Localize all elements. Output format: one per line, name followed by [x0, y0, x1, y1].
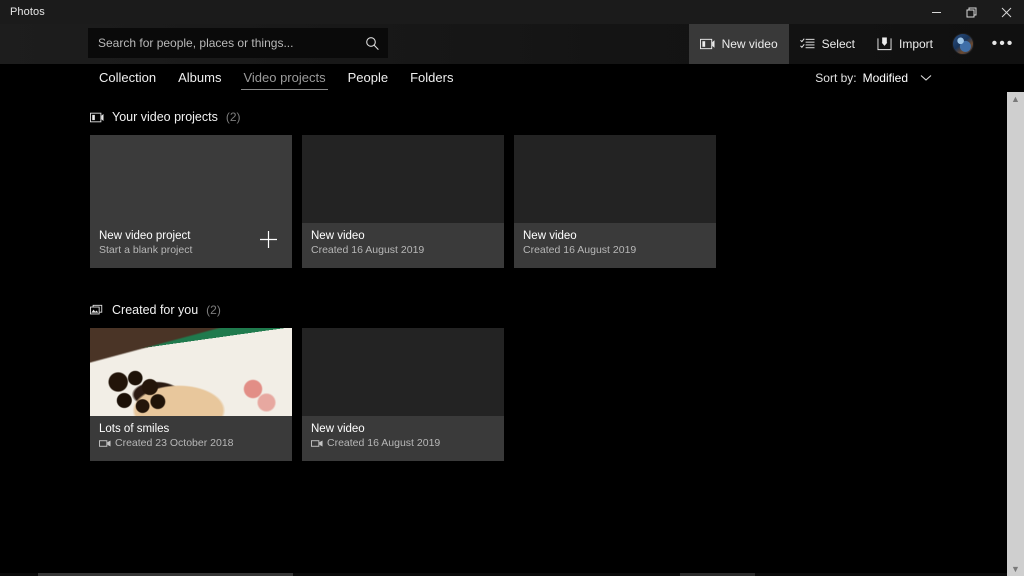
tab-people[interactable]: People: [337, 67, 399, 90]
vertical-scrollbar[interactable]: ▲ ▼: [1007, 92, 1024, 576]
title-bar: Photos: [0, 0, 1024, 24]
new-video-button[interactable]: New video: [688, 24, 789, 64]
tab-video-projects-label: Video projects: [243, 69, 326, 85]
restore-icon: [966, 7, 977, 17]
tab-video-projects[interactable]: Video projects: [232, 67, 336, 90]
close-icon: [1001, 7, 1012, 17]
section-title: Created for you: [112, 303, 199, 317]
caption-buttons: [919, 0, 1024, 24]
app-header: New video Select: [0, 24, 1024, 64]
plus-icon[interactable]: [259, 230, 278, 254]
video-project-icon: [699, 37, 715, 51]
card-subtitle-text: Start a blank project: [99, 244, 193, 256]
tab-collection-label: Collection: [99, 69, 157, 85]
sort-by-label: Sort by:: [815, 71, 857, 85]
card-subtitle: Created 16 August 2019: [523, 243, 707, 257]
avatar-button[interactable]: [944, 24, 982, 64]
section-header-your-video-projects: Your video projects (2): [90, 110, 1008, 124]
content-area: Your video projects (2) New video projec…: [0, 92, 1008, 576]
card-lots-of-smiles[interactable]: Lots of smiles Created 23 October 2018: [90, 328, 292, 461]
section-count: (2): [225, 110, 241, 124]
tab-albums-label: Albums: [178, 69, 222, 85]
card-footer: New video Created 16 August 2019: [514, 223, 716, 268]
import-label: Import: [898, 37, 933, 51]
close-button[interactable]: [989, 0, 1024, 24]
card-subtitle: Created 16 August 2019: [311, 436, 495, 450]
avatar: [952, 33, 974, 55]
tab-people-label: People: [347, 69, 389, 85]
chevron-down-icon[interactable]: [914, 74, 932, 82]
card-subtitle-text: Created 16 August 2019: [327, 437, 441, 449]
card-subtitle: Start a blank project: [99, 243, 283, 257]
minimize-icon: [932, 11, 941, 13]
photo-stack-icon: [90, 304, 104, 317]
card-new-video-3[interactable]: New video Created 16 August 2019: [302, 328, 504, 461]
card-title: New video: [311, 230, 365, 242]
nav-bar: Collection Albums Video projects People …: [0, 64, 1024, 92]
video-camera-icon: [99, 439, 111, 448]
video-project-icon: [90, 111, 104, 124]
tab-folders-label: Folders: [410, 69, 454, 85]
select-label: Select: [821, 37, 855, 51]
restore-button[interactable]: [954, 0, 989, 24]
scroll-down-arrow-icon[interactable]: ▼: [1011, 562, 1020, 576]
card-subtitle-text: Created 16 August 2019: [311, 244, 425, 256]
section-count: (2): [206, 303, 221, 317]
more-options-button[interactable]: •••: [982, 24, 1024, 64]
search-input[interactable]: [89, 36, 357, 50]
card-footer: New video Created 16 August 2019: [302, 223, 504, 268]
search-icon[interactable]: [357, 36, 387, 51]
app-title: Photos: [10, 6, 45, 18]
minimize-button[interactable]: [919, 0, 954, 24]
import-icon: [877, 37, 892, 51]
tab-albums[interactable]: Albums: [167, 67, 232, 90]
card-new-video-project[interactable]: New video project Start a blank project: [90, 135, 292, 268]
card-title: Lots of smiles: [99, 423, 170, 435]
more-options-label: •••: [991, 35, 1015, 52]
video-camera-icon: [311, 439, 323, 448]
card-subtitle-text: Created 23 October 2018: [115, 437, 234, 449]
card-title: New video project: [99, 230, 191, 242]
new-video-label: New video: [721, 37, 778, 51]
search-box[interactable]: [88, 28, 388, 58]
video-projects-card-row: New video project Start a blank project …: [90, 135, 1008, 268]
card-footer: Lots of smiles Created 23 October 2018: [90, 416, 292, 461]
header-toolbar: New video Select Import •••: [688, 24, 1024, 64]
created-for-you-card-row: Lots of smiles Created 23 October 2018 N…: [90, 328, 1008, 461]
select-button[interactable]: Select: [789, 24, 866, 64]
sort-control[interactable]: Sort by: Modified: [815, 64, 932, 92]
card-subtitle: Created 16 August 2019: [311, 243, 495, 257]
import-button[interactable]: Import: [866, 24, 944, 64]
card-new-video-2[interactable]: New video Created 16 August 2019: [514, 135, 716, 268]
card-subtitle: Created 23 October 2018: [99, 436, 283, 450]
scroll-up-arrow-icon[interactable]: ▲: [1011, 92, 1020, 106]
card-title: New video: [523, 230, 577, 242]
nav-tabs: Collection Albums Video projects People …: [0, 67, 464, 90]
section-header-created-for-you: Created for you (2): [90, 303, 1008, 317]
tab-folders[interactable]: Folders: [399, 67, 464, 90]
card-title: New video: [311, 423, 365, 435]
card-subtitle-text: Created 16 August 2019: [523, 244, 637, 256]
card-footer: New video Created 16 August 2019: [302, 416, 504, 461]
section-title: Your video projects: [112, 110, 218, 124]
card-new-video-1[interactable]: New video Created 16 August 2019: [302, 135, 504, 268]
tab-collection[interactable]: Collection: [88, 67, 167, 90]
checklist-icon: [799, 37, 815, 51]
sort-by-value: Modified: [862, 71, 908, 85]
